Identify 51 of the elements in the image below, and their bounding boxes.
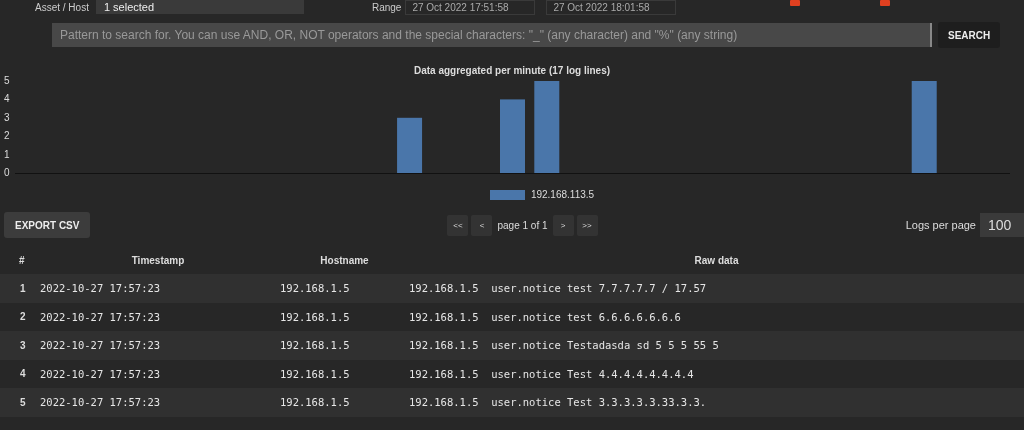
row-number: 1 [19, 282, 27, 294]
logs-per-page-field[interactable]: 100 [980, 213, 1024, 237]
row-number: 3 [19, 339, 27, 351]
row-number: 2 [19, 311, 27, 323]
column-header: Raw data [693, 254, 740, 266]
range-from-field[interactable]: 27 Oct 2022 17:51:58 [405, 0, 536, 15]
hostname-cell-text: 192.168.1.5 [280, 339, 351, 352]
status-icon[interactable] [880, 0, 890, 6]
y-tick-label: 3 [4, 111, 10, 124]
export-csv-button[interactable]: EXPORT CSV [4, 212, 91, 238]
timestamp-cell-text: 2022-10-27 17:57:23 [39, 310, 162, 323]
timestamp-cell-text: 2022-10-27 17:57:23 [39, 367, 162, 380]
y-tick-label: 2 [4, 130, 10, 143]
column-header: Timestamp [130, 254, 186, 266]
row-number: 4 [19, 368, 27, 380]
asset-host-label: Asset / Host [35, 1, 89, 13]
logs-per-page-label: Logs per page [905, 219, 976, 231]
chart-title: Data aggregated per minute (17 log lines) [412, 65, 612, 78]
range-label: Range [371, 1, 402, 13]
raw-data-cell-text: 192.168.1.5 user.notice Test 3.3.3.3.3.33.3.3. [409, 396, 708, 409]
raw-data-cell-text: 192.168.1.5 user.notice Test 4.4.4.4.4.4.4.4 [409, 367, 695, 380]
raw-data-cell-text: 192.168.1.5 user.notice test 7.7.7.7.7 / 17.57 [409, 282, 708, 295]
raw-data-cell-text: 192.168.1.5 user.notice Testadasda sd 5 5 5 55 5 [409, 339, 720, 352]
y-tick-label: 0 [4, 166, 10, 179]
pager-button[interactable]: < [471, 214, 493, 236]
timestamp-cell-text: 2022-10-27 17:57:23 [39, 339, 162, 352]
hostname-cell-text: 192.168.1.5 [280, 310, 351, 323]
page-indicator: page 1 of 1 [497, 219, 548, 231]
hostname-cell-text: 192.168.1.5 [280, 367, 351, 380]
pager-button[interactable]: > [552, 214, 574, 236]
timestamp-cell-text: 2022-10-27 17:57:23 [39, 282, 162, 295]
y-tick-label: 1 [4, 148, 10, 161]
status-icon[interactable] [790, 0, 800, 6]
raw-data-cell-text: 192.168.1.5 user.notice test 6.6.6.6.6.6.6 [409, 310, 682, 323]
timestamp-cell-text: 2022-10-27 17:57:23 [39, 396, 162, 409]
pager-button[interactable]: >> [576, 214, 598, 236]
legend-swatch [489, 189, 525, 200]
pager-button[interactable]: << [447, 214, 469, 236]
y-tick-label: 4 [4, 93, 10, 106]
search-field[interactable]: Pattern to search for. You can use AND, OR, NOT operators and the special characters: "_" (any character) and "%" (any string) [52, 23, 932, 47]
asset-select[interactable]: 1 selected [95, 0, 304, 14]
column-header: # [18, 254, 26, 266]
row-number: 5 [19, 396, 27, 408]
search-button[interactable]: SEARCH [938, 22, 1001, 48]
column-header: Hostname [319, 254, 370, 266]
chart-bar [397, 117, 423, 173]
hostname-cell-text: 192.168.1.5 [280, 396, 351, 409]
legend-label: 192.168.113.5 [530, 189, 595, 200]
y-tick-label: 5 [4, 75, 10, 87]
hostname-cell-text: 192.168.1.5 [280, 282, 351, 295]
range-to-field[interactable]: 27 Oct 2022 18:01:58 [546, 0, 677, 15]
